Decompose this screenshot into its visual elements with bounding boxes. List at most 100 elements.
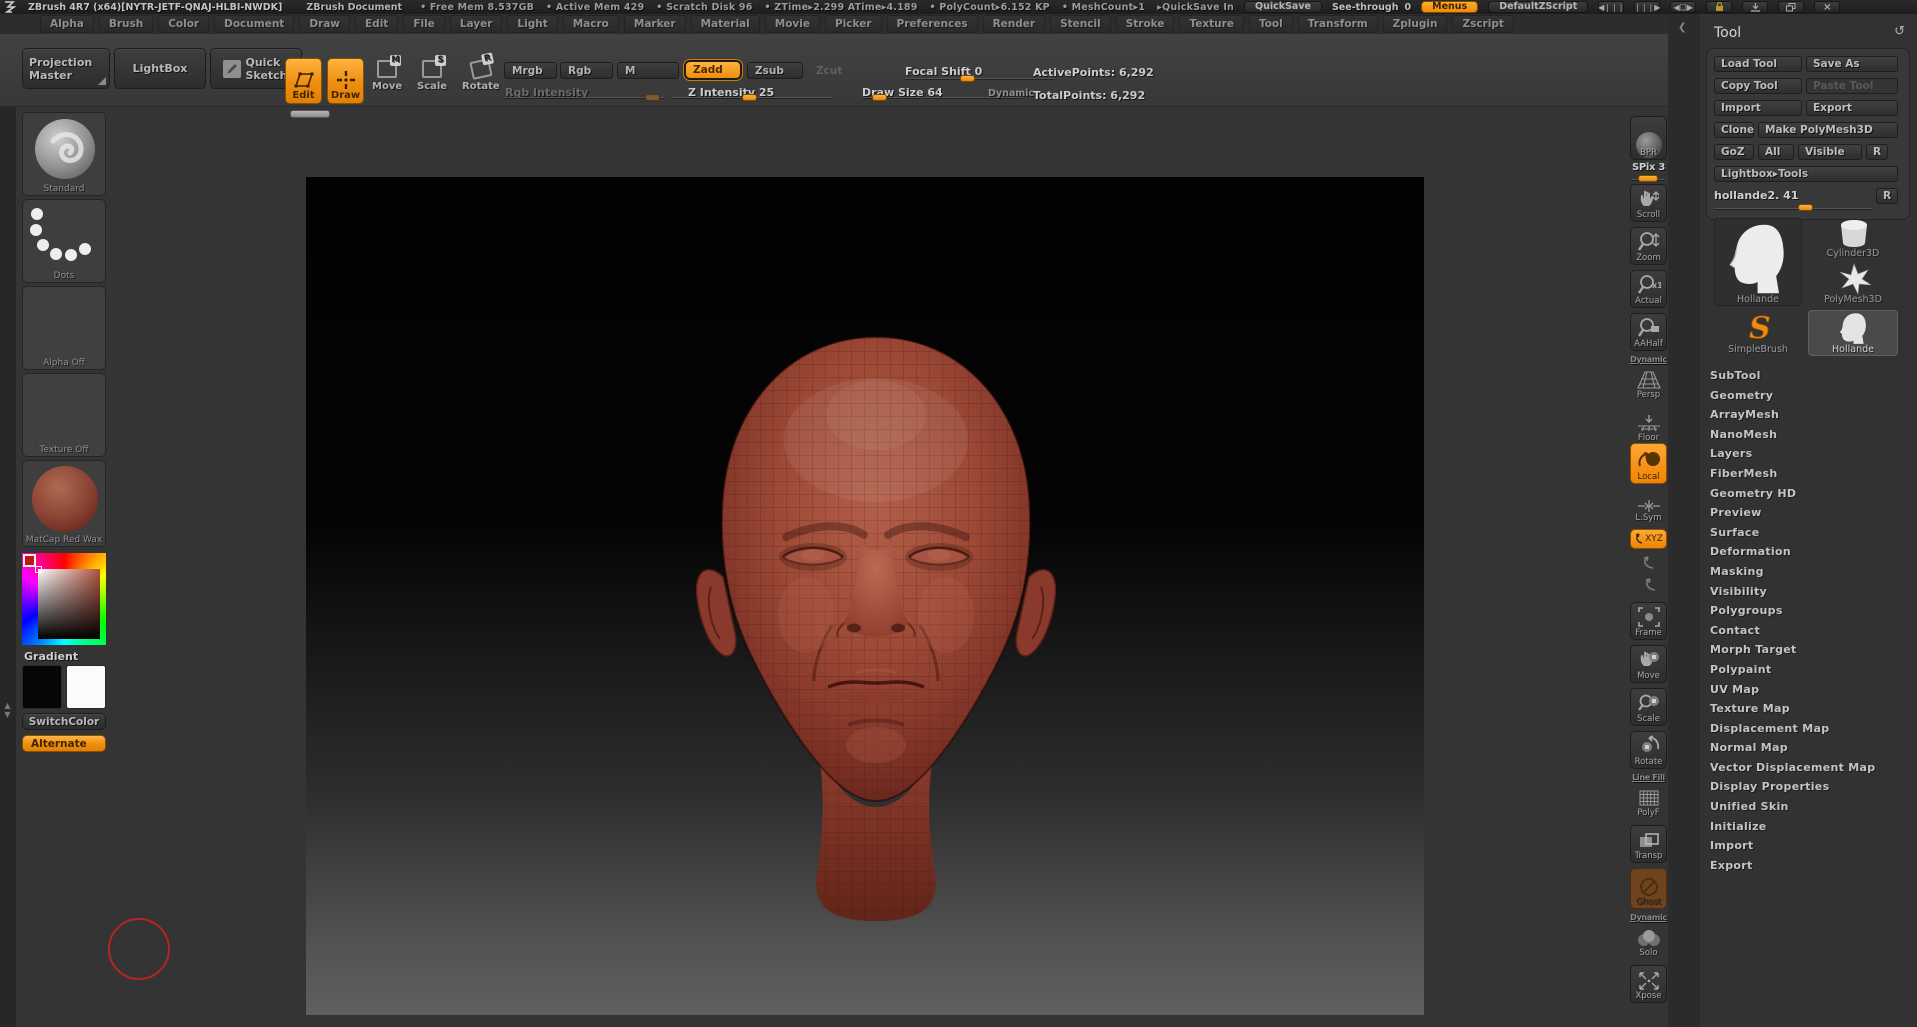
rotate-button[interactable]: R Rotate	[462, 60, 500, 92]
lightbox-tools-button[interactable]: Lightbox▸Tools	[1714, 166, 1898, 182]
goz-all-button[interactable]: All	[1758, 144, 1794, 160]
tool-section-item[interactable]: ArrayMesh	[1700, 405, 1917, 425]
menu-item[interactable]: Render	[983, 15, 1046, 33]
tool-section-item[interactable]: Morph Target	[1700, 640, 1917, 660]
edit-button[interactable]: Edit	[285, 58, 322, 104]
export-button[interactable]: Export	[1806, 100, 1898, 116]
right-tray-divider[interactable]: ❮	[1668, 14, 1700, 1027]
zoom-button[interactable]: Zoom	[1630, 227, 1667, 265]
palette-refresh-icon[interactable]: ↺	[1894, 24, 1905, 39]
rgb-intensity-handle[interactable]	[645, 94, 660, 101]
aahalf-button[interactable]: AAHalf	[1630, 313, 1667, 351]
menu-item[interactable]: Edit	[355, 15, 398, 33]
z-rotate-icon[interactable]	[1642, 577, 1660, 593]
tool-section-item[interactable]: SubTool	[1700, 366, 1917, 386]
mrgb-button[interactable]: Mrgb	[504, 62, 557, 79]
current-brush-thumb[interactable]: Standard	[22, 112, 106, 196]
bpr-button[interactable]: BPR	[1630, 116, 1667, 160]
current-alpha-thumb[interactable]: Alpha Off	[22, 286, 106, 370]
menu-item[interactable]: Document	[214, 15, 294, 33]
menu-item[interactable]: Macro	[563, 15, 619, 33]
tool-section-item[interactable]: Geometry	[1700, 386, 1917, 406]
tool-section-item[interactable]: NanoMesh	[1700, 425, 1917, 445]
move3d-button[interactable]: Move	[1630, 645, 1667, 683]
tool-section-item[interactable]: Initialize	[1700, 817, 1917, 837]
close-button[interactable]: ×	[1814, 1, 1840, 13]
zcut-button[interactable]: Zcut	[808, 62, 856, 79]
save-as-button[interactable]: Save As	[1806, 56, 1898, 72]
tool-r-button[interactable]: R	[1876, 188, 1898, 204]
menu-item[interactable]: Brush	[99, 15, 153, 33]
local-button[interactable]: Local	[1630, 443, 1667, 484]
secondary-color-swatch[interactable]	[66, 665, 106, 709]
tool-section-item[interactable]: UV Map	[1700, 680, 1917, 700]
document-canvas[interactable]	[306, 177, 1424, 1015]
sculpt-head-model[interactable]	[656, 325, 1096, 935]
persp-button[interactable]: Persp	[1630, 364, 1667, 402]
tool-section-item[interactable]: Surface	[1700, 523, 1917, 543]
menu-item[interactable]: Texture	[1179, 15, 1243, 33]
color-picker-sv-square[interactable]	[38, 569, 100, 639]
default-zscript-button[interactable]: DefaultZScript	[1488, 1, 1588, 13]
current-stroke-thumb[interactable]: Dots	[22, 199, 106, 283]
divider-right-icon[interactable]: ❘❘❘▶	[1634, 1, 1660, 13]
scroll-button[interactable]: Scroll	[1630, 184, 1667, 222]
floor-button[interactable]: Floor	[1630, 407, 1667, 445]
y-rotate-icon[interactable]	[1640, 555, 1658, 571]
tool-section-item[interactable]: Contact	[1700, 621, 1917, 641]
tool-thumb-hollande-small[interactable]: Hollande	[1808, 310, 1898, 356]
goz-visible-button[interactable]: Visible	[1798, 144, 1862, 160]
move-button[interactable]: M Move	[372, 60, 402, 92]
polyf-button[interactable]: PolyF	[1630, 782, 1667, 820]
lock-icon[interactable]	[1706, 1, 1732, 13]
minimize-button[interactable]	[1742, 1, 1768, 13]
make-polymesh3d-button[interactable]: Make PolyMesh3D	[1758, 122, 1898, 138]
load-tool-button[interactable]: Load Tool	[1714, 56, 1802, 72]
menu-item[interactable]: Movie	[765, 15, 820, 33]
copy-tool-button[interactable]: Copy Tool	[1714, 78, 1802, 94]
solo-button[interactable]: Solo	[1630, 922, 1667, 960]
switch-color-button[interactable]: SwitchColor	[22, 713, 106, 730]
tool-section-item[interactable]: Visibility	[1700, 582, 1917, 602]
projection-master-button[interactable]: Projection Master	[22, 48, 110, 89]
rotate3d-button[interactable]: Rotate	[1630, 731, 1667, 769]
quicksave-button[interactable]: QuickSave	[1244, 1, 1322, 13]
lsym-button[interactable]: L.Sym	[1630, 495, 1667, 525]
actual-button[interactable]: x1 Actual	[1630, 270, 1667, 308]
tool-section-item[interactable]: Geometry HD	[1700, 484, 1917, 504]
tool-thumb-hollande-big[interactable]: Hollande	[1714, 218, 1802, 306]
alternate-button[interactable]: Alternate	[22, 735, 106, 752]
current-material-thumb[interactable]: MatCap Red Wax	[22, 460, 106, 547]
current-texture-thumb[interactable]: Texture Off	[22, 373, 106, 457]
m-button[interactable]: M	[617, 62, 679, 79]
tool-section-item[interactable]: Polygroups	[1700, 601, 1917, 621]
tool-thumb-simplebrush[interactable]: S SimpleBrush	[1714, 310, 1802, 356]
xyz-button[interactable]: XYZ	[1630, 529, 1667, 549]
focal-shift-handle[interactable]	[960, 75, 975, 82]
doc-nav-icon[interactable]: ◀❏▶	[1670, 1, 1696, 13]
menu-item[interactable]: Picker	[825, 15, 882, 33]
current-tool-slider[interactable]: hollande2. 41	[1714, 189, 1799, 202]
restore-button[interactable]	[1778, 1, 1804, 13]
menu-item[interactable]: Zscript	[1452, 15, 1513, 33]
see-through-value[interactable]: 0	[1404, 2, 1411, 13]
ghost-button[interactable]: Ghost	[1630, 868, 1667, 909]
tool-section-item[interactable]: Import	[1700, 836, 1917, 856]
color-picker[interactable]	[22, 553, 106, 645]
menu-item[interactable]: Draw	[299, 15, 350, 33]
menu-item[interactable]: File	[403, 15, 445, 33]
tool-section-item[interactable]: Polypaint	[1700, 660, 1917, 680]
draw-button[interactable]: Draw	[327, 58, 364, 104]
menu-item[interactable]: Zplugin	[1383, 15, 1448, 33]
scale3d-button[interactable]: Scale	[1630, 688, 1667, 726]
zadd-button[interactable]: Zadd	[684, 60, 742, 80]
goz-r-button[interactable]: R	[1866, 144, 1888, 160]
tool-section-item[interactable]: FiberMesh	[1700, 464, 1917, 484]
tool-thumb-cylinder3d[interactable]: Cylinder3D	[1808, 218, 1898, 260]
main-color-swatch[interactable]	[22, 665, 62, 709]
tool-section-item[interactable]: Preview	[1700, 503, 1917, 523]
menu-item[interactable]: Marker	[624, 15, 686, 33]
draw-size-handle[interactable]	[872, 94, 887, 101]
tool-section-item[interactable]: Masking	[1700, 562, 1917, 582]
tool-section-item[interactable]: Unified Skin	[1700, 797, 1917, 817]
